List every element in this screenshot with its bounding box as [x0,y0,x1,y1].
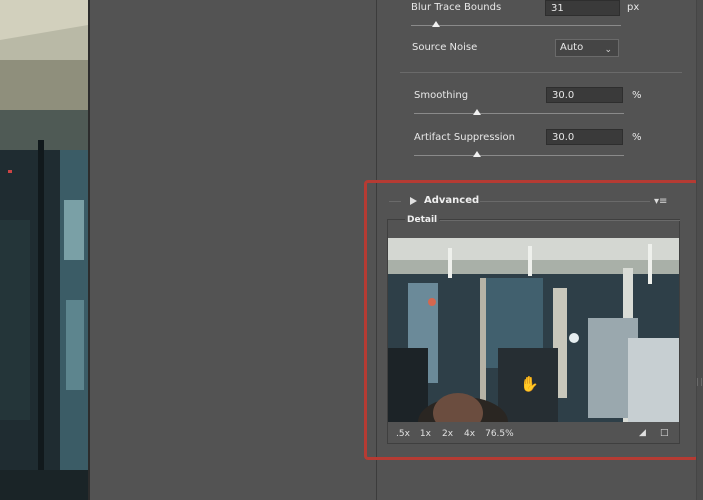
resize-grip-icon[interactable] [697,378,702,386]
panel-edge [696,0,703,500]
blur-trace-bounds-input[interactable]: 31 [545,0,620,16]
artifact-suppression-label: Artifact Suppression [414,132,515,143]
artifact-suppression-slider[interactable] [414,155,624,156]
chevron-down-icon: ⌄ [604,45,612,55]
smoothing-label: Smoothing [414,90,469,101]
blur-trace-bounds-label: Blur Trace Bounds [411,2,502,13]
source-noise-value: Auto [560,42,584,53]
artifact-suppression-slider-thumb[interactable] [473,151,481,157]
highlight-box [364,180,699,460]
blur-trace-bounds-unit: px [627,2,640,13]
blur-trace-bounds-slider-thumb[interactable] [432,21,441,27]
section-divider [400,72,682,73]
canvas-image[interactable] [0,0,88,500]
artifact-suppression-input[interactable]: 30.0 [546,129,623,145]
smoothing-input[interactable]: 30.0 [546,87,623,103]
smoothing-unit: % [632,90,642,101]
workspace-area [90,0,376,500]
source-noise-label: Source Noise [412,42,478,53]
blur-trace-bounds-slider[interactable] [411,25,621,26]
smoothing-slider[interactable] [414,113,624,114]
source-noise-select[interactable]: Auto ⌄ [555,39,619,57]
smoothing-slider-thumb[interactable] [473,109,481,115]
artifact-suppression-unit: % [632,132,642,143]
